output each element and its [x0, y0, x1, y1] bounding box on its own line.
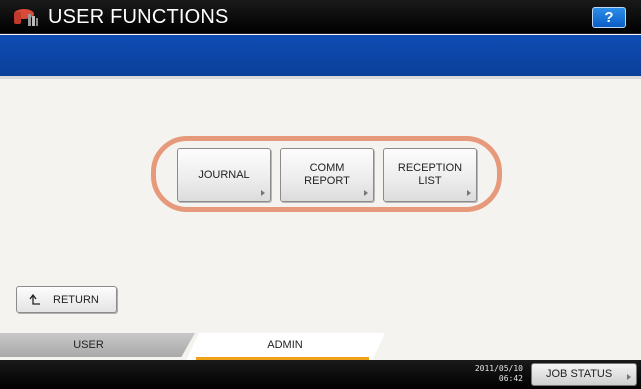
help-button[interactable]: ?: [592, 7, 626, 28]
triangle-icon: [627, 374, 631, 380]
job-status-label: JOB STATUS: [546, 368, 613, 380]
screen: USER FUNCTIONS ? JOURNAL COMM REPORT REC…: [0, 0, 641, 389]
job-status-button[interactable]: JOB STATUS: [531, 363, 637, 386]
triangle-icon: [467, 190, 471, 196]
return-button[interactable]: RETURN: [16, 286, 117, 313]
comm-report-button-label: COMM REPORT: [304, 162, 350, 187]
return-button-label: RETURN: [53, 294, 99, 306]
comm-report-button[interactable]: COMM REPORT: [280, 148, 374, 202]
triangle-icon: [261, 190, 265, 196]
date-time: 2011/05/10 06:42: [475, 364, 523, 384]
reception-list-button-label: RECEPTION LIST: [397, 162, 463, 187]
triangle-icon: [364, 190, 368, 196]
journal-button-label: JOURNAL: [198, 168, 250, 181]
info-bar: [0, 35, 641, 76]
page-title: USER FUNCTIONS: [48, 6, 229, 28]
return-arrow-icon: [29, 294, 40, 305]
user-functions-icon: [14, 9, 38, 26]
journal-button[interactable]: JOURNAL: [177, 148, 271, 202]
date-text: 2011/05/10: [474, 364, 523, 373]
tab-user[interactable]: USER: [0, 333, 195, 357]
reception-list-button[interactable]: RECEPTION LIST: [383, 148, 477, 202]
time-text: 06:42: [498, 374, 523, 383]
title-bar: USER FUNCTIONS ?: [0, 0, 641, 34]
